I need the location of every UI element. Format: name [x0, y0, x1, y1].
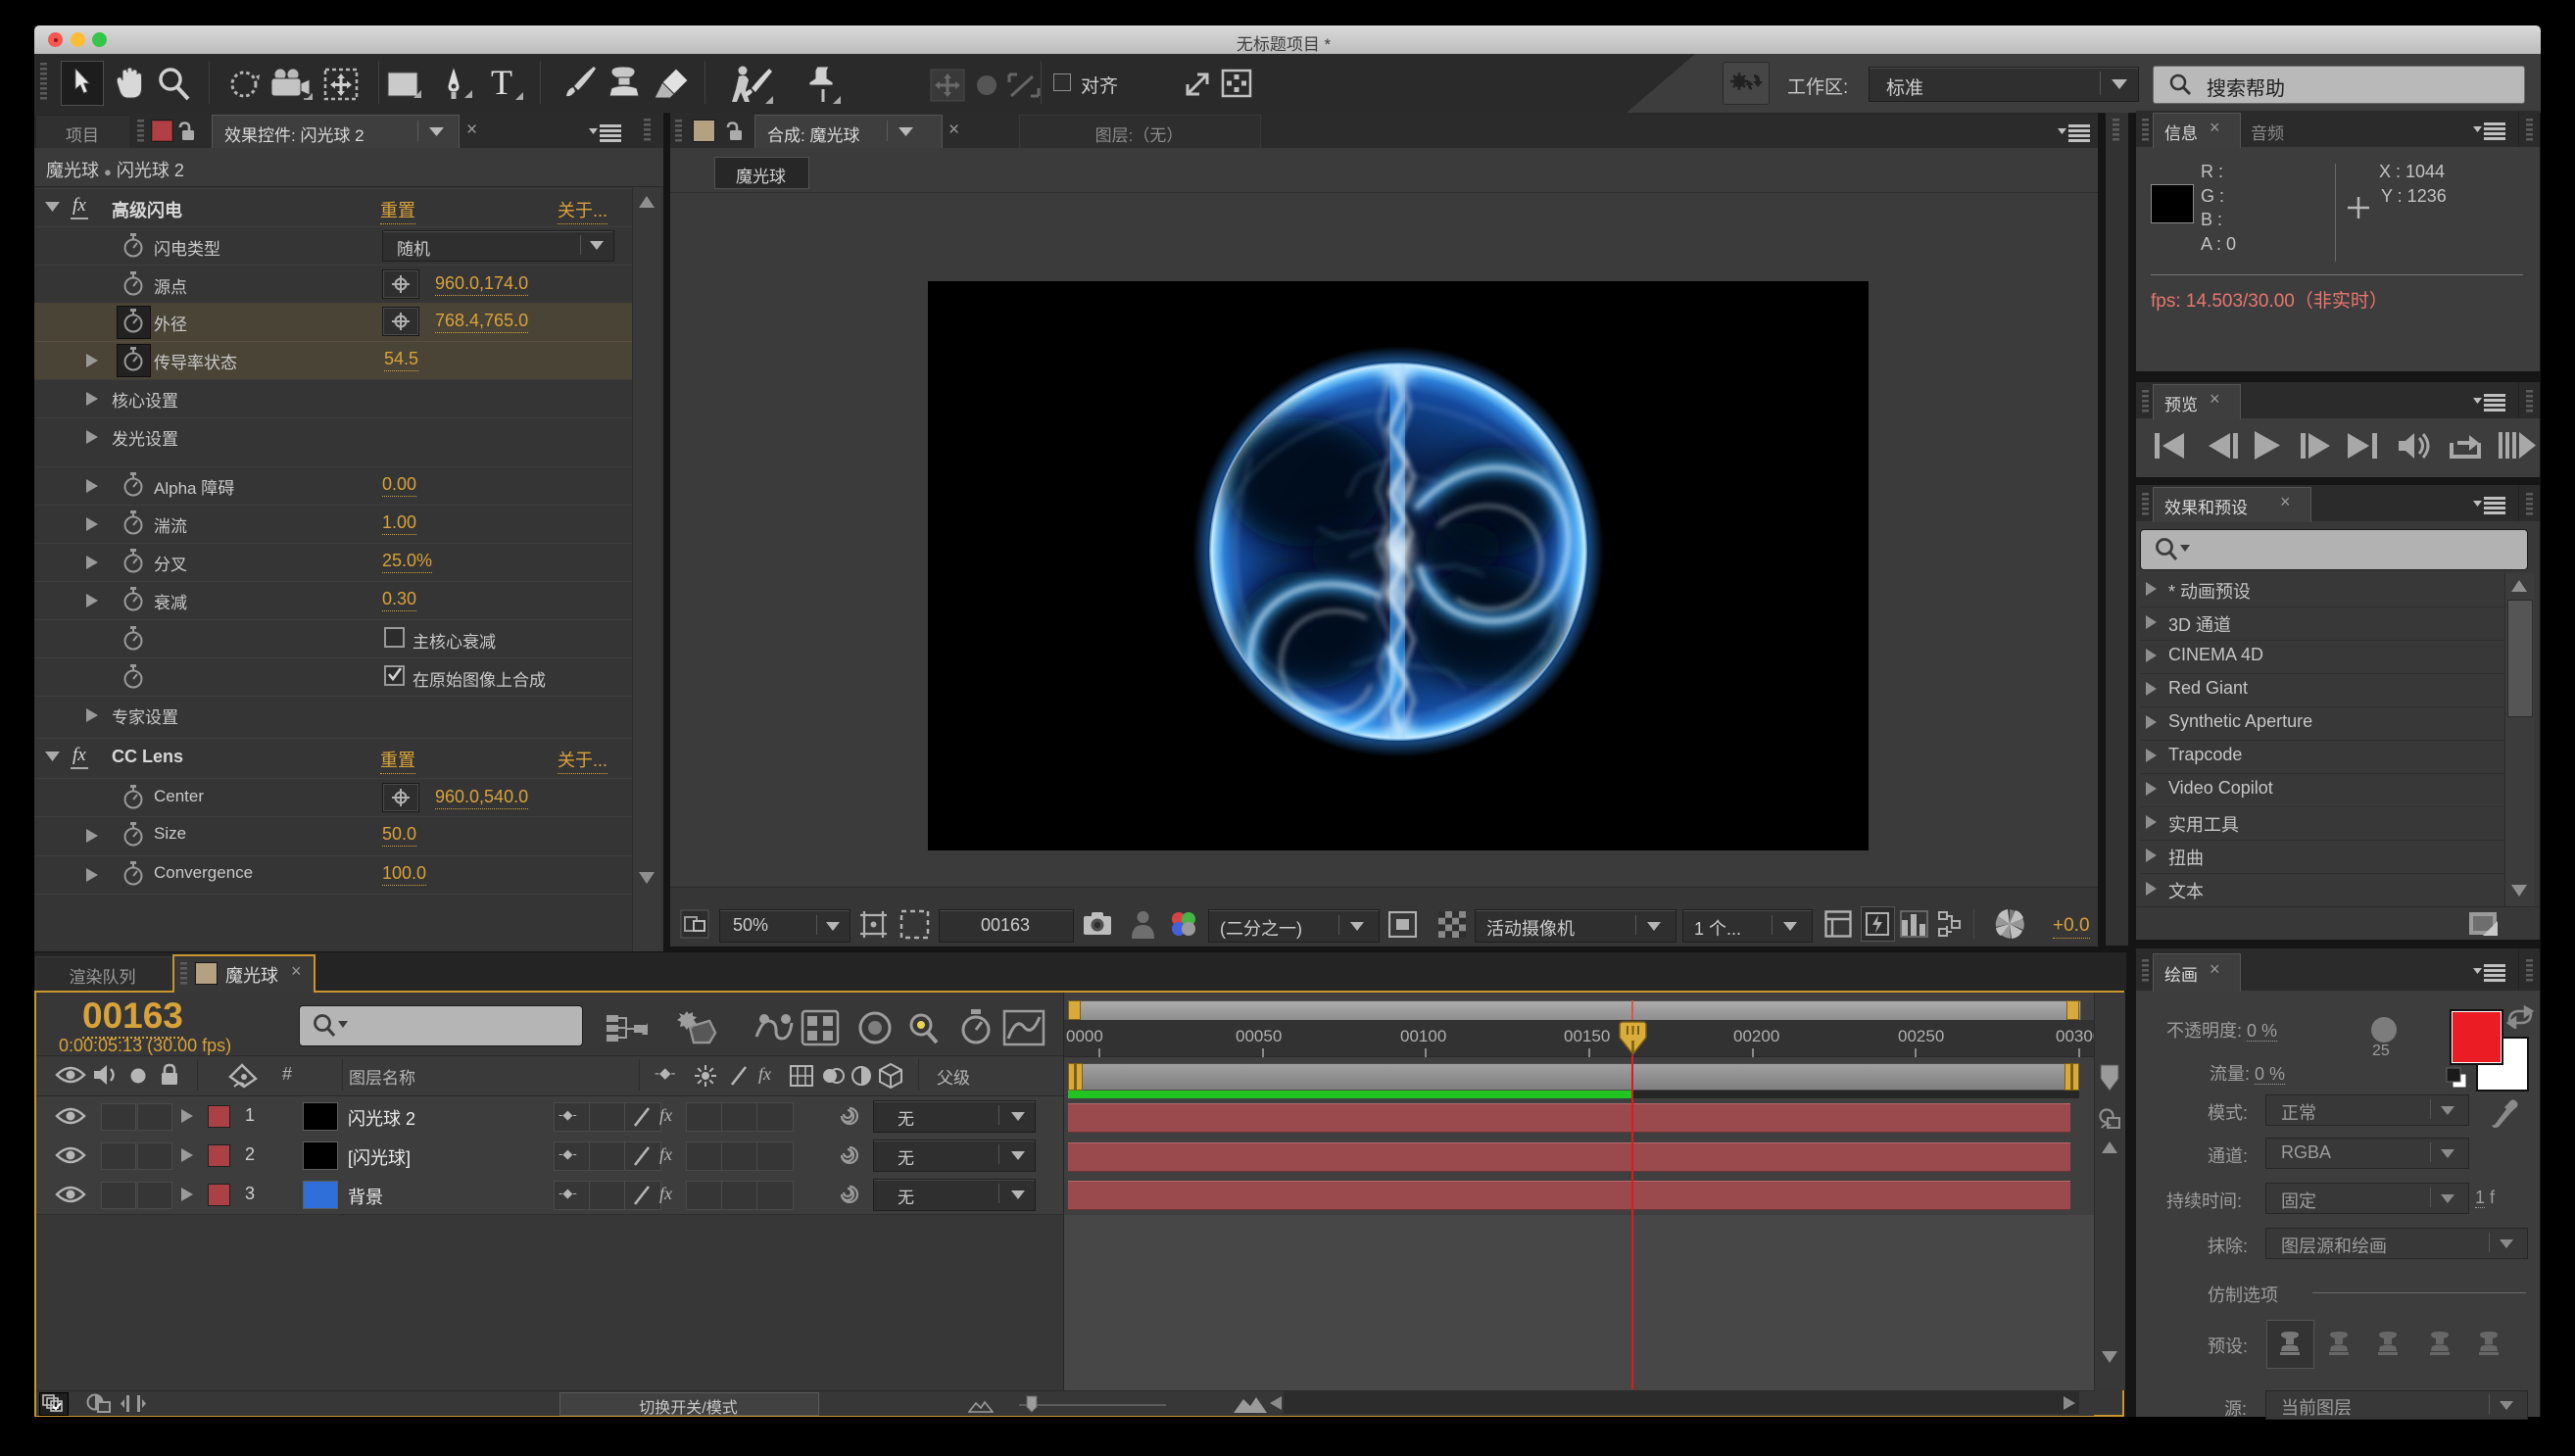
svg-text:T: T — [491, 65, 512, 102]
